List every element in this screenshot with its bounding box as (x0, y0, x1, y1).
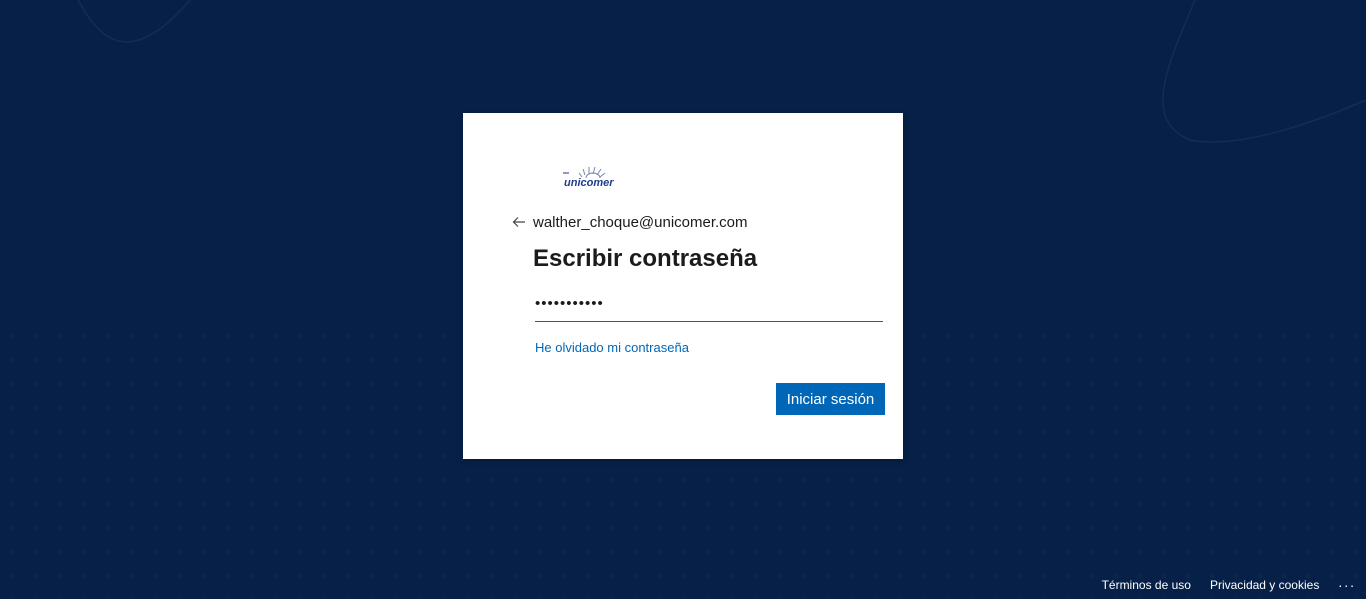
sign-in-button[interactable]: Iniciar sesión (776, 383, 885, 415)
password-field-wrapper (535, 289, 883, 322)
sign-in-card: unicomer walther_choque@unicomer.com Esc… (463, 113, 903, 459)
footer: Términos de uso Privacidad y cookies ... (1102, 571, 1366, 599)
unicomer-logo: unicomer (563, 161, 623, 191)
more-options-icon[interactable]: ... (1338, 574, 1356, 590)
forgot-password-link[interactable]: He olvidado mi contraseña (535, 340, 689, 355)
identity-banner: walther_choque@unicomer.com (511, 212, 748, 232)
arrow-left-icon[interactable] (511, 214, 527, 230)
privacy-link[interactable]: Privacidad y cookies (1210, 578, 1319, 592)
identity-email: walther_choque@unicomer.com (533, 213, 748, 231)
terms-link[interactable]: Términos de uso (1102, 578, 1191, 592)
password-input[interactable] (535, 289, 883, 317)
logo-text: unicomer (564, 177, 614, 189)
page-title: Escribir contraseña (533, 245, 758, 272)
